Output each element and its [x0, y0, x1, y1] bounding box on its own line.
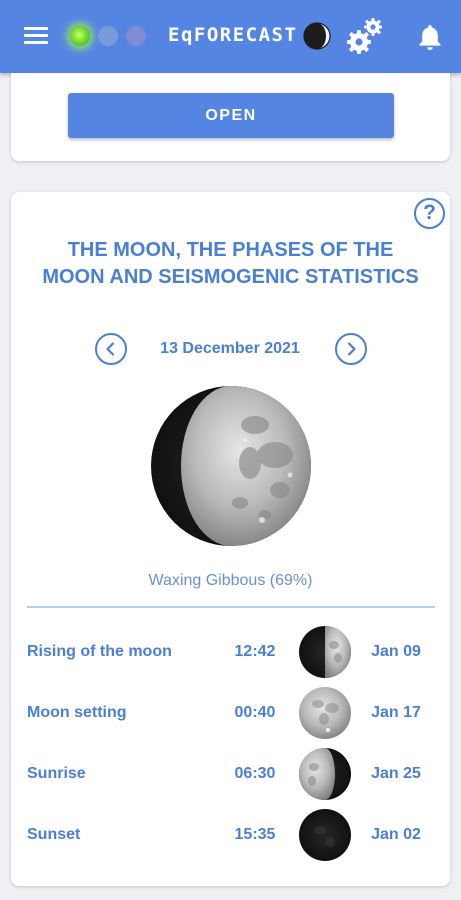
chevron-left-icon — [106, 342, 115, 356]
list-item: Rising of the moon 12:42 Jan 09 — [11, 624, 450, 680]
chevron-right-icon — [347, 342, 356, 356]
row-time: 12:42 — [234, 643, 276, 660]
row-date: Jan 25 — [371, 765, 421, 782]
half-moon-icon[interactable] — [302, 21, 332, 51]
divider — [27, 606, 435, 608]
first-quarter-moon-icon — [299, 626, 351, 678]
previous-date-button[interactable] — [95, 333, 127, 365]
row-time: 00:40 — [234, 704, 276, 721]
full-moon-icon — [299, 687, 351, 739]
row-date: Jan 17 — [371, 704, 421, 721]
green-status-light — [70, 26, 90, 46]
list-item: Sunset 15:35 Jan 02 — [11, 807, 450, 863]
hamburger-menu-icon[interactable] — [24, 27, 48, 45]
row-date: Jan 09 — [371, 643, 421, 660]
open-button[interactable]: OPEN — [68, 93, 394, 138]
last-quarter-moon-icon — [299, 748, 351, 800]
app-header: EqFORECAST — [0, 0, 461, 73]
row-label: Sunrise — [27, 765, 86, 782]
app-brand: EqFORECAST — [168, 24, 298, 46]
open-card: OPEN — [11, 73, 450, 161]
yellow-status-light — [98, 26, 118, 46]
card-title: THE MOON, THE PHASES OF THE MOON AND SEI… — [42, 239, 419, 288]
new-moon-icon — [299, 809, 351, 861]
gears-icon[interactable] — [346, 16, 384, 56]
list-item: Sunrise 06:30 Jan 25 — [11, 746, 450, 802]
row-date: Jan 02 — [371, 826, 421, 843]
moon-card: ? THE MOON, THE PHASES OF THE MOON AND S… — [11, 192, 450, 886]
row-time: 06:30 — [234, 765, 276, 782]
red-status-light — [126, 26, 146, 46]
list-item: Moon setting 00:40 Jan 17 — [11, 685, 450, 741]
selected-date: 13 December 2021 — [160, 340, 300, 357]
row-label: Moon setting — [27, 704, 127, 721]
moon-phase-image — [151, 386, 311, 546]
next-date-button[interactable] — [335, 333, 367, 365]
row-label: Rising of the moon — [27, 643, 172, 660]
bell-icon[interactable] — [417, 23, 443, 51]
row-time: 15:35 — [234, 826, 276, 843]
moon-phase-label: Waxing Gibbous (69%) — [148, 572, 313, 589]
row-label: Sunset — [27, 826, 81, 843]
help-icon[interactable]: ? — [414, 198, 445, 229]
status-lights — [70, 25, 150, 47]
